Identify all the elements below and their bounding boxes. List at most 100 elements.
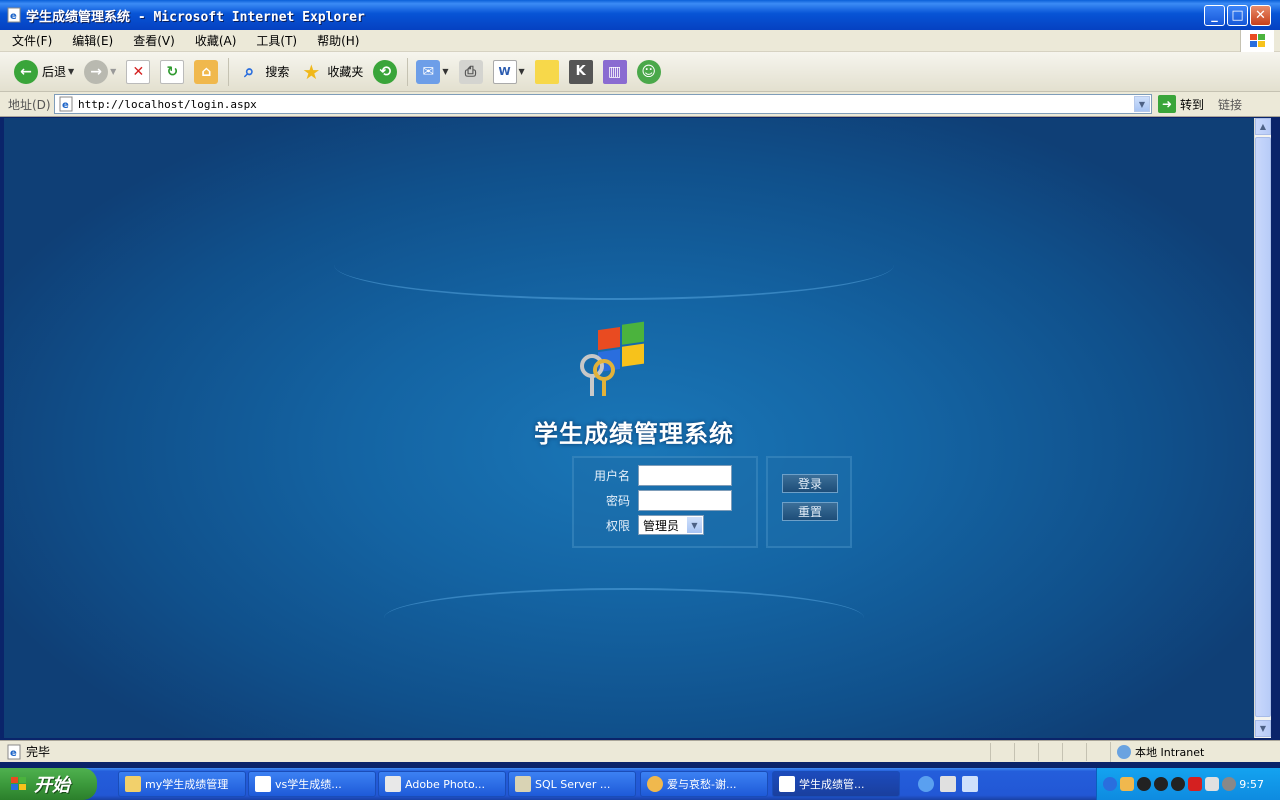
address-input[interactable]: e http://localhost/login.aspx ▼ (54, 94, 1152, 114)
edit-dropdown-icon[interactable]: ▼ (519, 67, 525, 76)
password-row: 密码 (574, 489, 760, 511)
mail-button[interactable]: ✉ ▼ (412, 57, 452, 87)
links-button[interactable]: 链接 (1218, 96, 1242, 113)
home-button[interactable]: ⌂ (190, 57, 222, 87)
password-label: 密码 (605, 493, 630, 508)
back-dropdown-icon[interactable]: ▼ (68, 67, 74, 76)
qq-icon[interactable] (1137, 777, 1151, 791)
decor-arc-bottom (384, 588, 864, 648)
sql-server-icon (515, 776, 531, 792)
stop-button[interactable]: ✕ (122, 57, 154, 87)
status-cell (1086, 743, 1110, 761)
tray-expand-icon[interactable] (1103, 777, 1117, 791)
chevron-down-icon: ▼ (687, 517, 702, 533)
menu-favorites[interactable]: 收藏(A) (187, 32, 245, 49)
mail-dropdown-icon[interactable]: ▼ (442, 67, 448, 76)
history-button[interactable]: ⟲ (369, 57, 401, 87)
qq-icon[interactable] (1154, 777, 1168, 791)
status-text: 完毕 (26, 745, 51, 759)
network-icon[interactable] (1205, 777, 1219, 791)
maximize-button[interactable]: □ (1227, 5, 1248, 26)
windows-flag-icon (11, 777, 26, 790)
login-button[interactable]: 登录 (782, 474, 838, 493)
forward-button[interactable]: → ▼ (80, 57, 120, 87)
page-icon: e (59, 96, 73, 112)
messenger-button[interactable]: ☺ (633, 57, 665, 87)
decor-arc-top (334, 230, 894, 300)
note-icon (534, 59, 559, 84)
status-cell (990, 743, 1014, 761)
status-cells (990, 743, 1110, 761)
svg-text:e: e (10, 11, 17, 22)
menu-tools[interactable]: 工具(T) (248, 32, 305, 49)
username-input[interactable] (638, 464, 732, 486)
address-dropdown-icon[interactable]: ▼ (1134, 96, 1150, 112)
role-select[interactable]: 管理员 ▼ (638, 515, 704, 535)
intranet-icon (1117, 745, 1131, 759)
role-label: 权限 (605, 518, 630, 533)
k-button[interactable]: K (565, 57, 597, 87)
books-icon: ▥ (602, 59, 627, 84)
task-label: 爱与哀愁-谢... (667, 778, 737, 791)
notes-button[interactable] (531, 57, 563, 87)
qq-icon[interactable] (1171, 777, 1185, 791)
task-sql-server[interactable]: SQL Server ... (508, 771, 636, 797)
go-arrow-icon: ➜ (1158, 95, 1176, 113)
ie-quicklaunch-icon[interactable] (918, 776, 934, 792)
task-photoshop[interactable]: Adobe Photo... (378, 771, 506, 797)
task-ie-active[interactable]: 学生成绩管... (772, 771, 900, 797)
home-icon: ⌂ (194, 59, 219, 84)
status-cell (1062, 743, 1086, 761)
media-quicklaunch-icon[interactable] (962, 776, 978, 792)
menu-help[interactable]: 帮助(H) (309, 32, 367, 49)
menu-file[interactable]: 文件(F) (4, 32, 60, 49)
messenger-icon: ☺ (636, 59, 661, 84)
system-title: 学生成绩管理系统 (534, 419, 734, 448)
task-folder[interactable]: my学生成绩管理 (118, 771, 246, 797)
task-music[interactable]: 爱与哀愁-谢... (640, 771, 768, 797)
page-content: 学生成绩管理系统 用户名 密码 权限 管理员 ▼ 登录 重置 (4, 118, 1254, 738)
scroll-down-icon[interactable]: ▼ (1255, 720, 1271, 737)
refresh-button[interactable]: ↻ (156, 57, 188, 87)
login-form-panel: 用户名 密码 权限 管理员 ▼ (572, 456, 758, 548)
volume-icon[interactable] (1222, 777, 1236, 791)
close-button[interactable]: ✕ (1250, 5, 1271, 26)
favorites-star-icon: ★ (302, 59, 321, 84)
search-icon: ⌕ (244, 61, 255, 82)
login-button-panel: 登录 重置 (766, 456, 852, 548)
keys-windows-logo-icon (580, 321, 644, 396)
research-button[interactable]: ▥ (599, 57, 631, 87)
task-visual-studio[interactable]: vs学生成绩... (248, 771, 376, 797)
go-button[interactable]: ➜ 转到 (1158, 95, 1204, 113)
scroll-thumb[interactable] (1255, 137, 1271, 717)
folder-icon (125, 776, 141, 792)
edit-word-button[interactable]: W ▼ (489, 57, 529, 87)
forward-dropdown-icon[interactable]: ▼ (110, 67, 116, 76)
minimize-button[interactable]: _ (1204, 5, 1225, 26)
photoshop-icon (385, 776, 401, 792)
address-label: 地址(D) (8, 97, 51, 112)
desktop-quicklaunch-icon[interactable] (940, 776, 956, 792)
menu-bar: 文件(F) 编辑(E) 查看(V) 收藏(A) 工具(T) 帮助(H) (0, 30, 1280, 52)
password-input[interactable] (638, 489, 732, 511)
clock: 9:57 (1239, 777, 1264, 791)
history-icon: ⟲ (373, 59, 398, 84)
menu-edit[interactable]: 编辑(E) (64, 32, 121, 49)
svg-text:e: e (62, 100, 69, 111)
search-button[interactable]: ⌕ 搜索 (233, 57, 293, 87)
print-button[interactable]: ⎙ (455, 57, 487, 87)
menu-view[interactable]: 查看(V) (125, 32, 183, 49)
scroll-up-icon[interactable]: ▲ (1255, 118, 1271, 135)
reset-button[interactable]: 重置 (782, 502, 838, 521)
back-button[interactable]: ← 后退 ▼ (10, 57, 78, 87)
favorites-button[interactable]: ★ 收藏夹 (295, 57, 367, 87)
svg-text:e: e (10, 748, 17, 759)
status-cell (1014, 743, 1038, 761)
tray-app-icon[interactable] (1120, 777, 1134, 791)
task-label: vs学生成绩... (275, 778, 342, 791)
vertical-scrollbar[interactable]: ▲ ▼ (1254, 118, 1271, 738)
window-titlebar: e 学生成绩管理系统 - Microsoft Internet Explorer… (0, 0, 1280, 30)
antivirus-icon[interactable] (1188, 777, 1202, 791)
start-button[interactable]: 开始 (0, 768, 97, 800)
status-bar: e 完毕 本地 Intranet (0, 740, 1280, 762)
